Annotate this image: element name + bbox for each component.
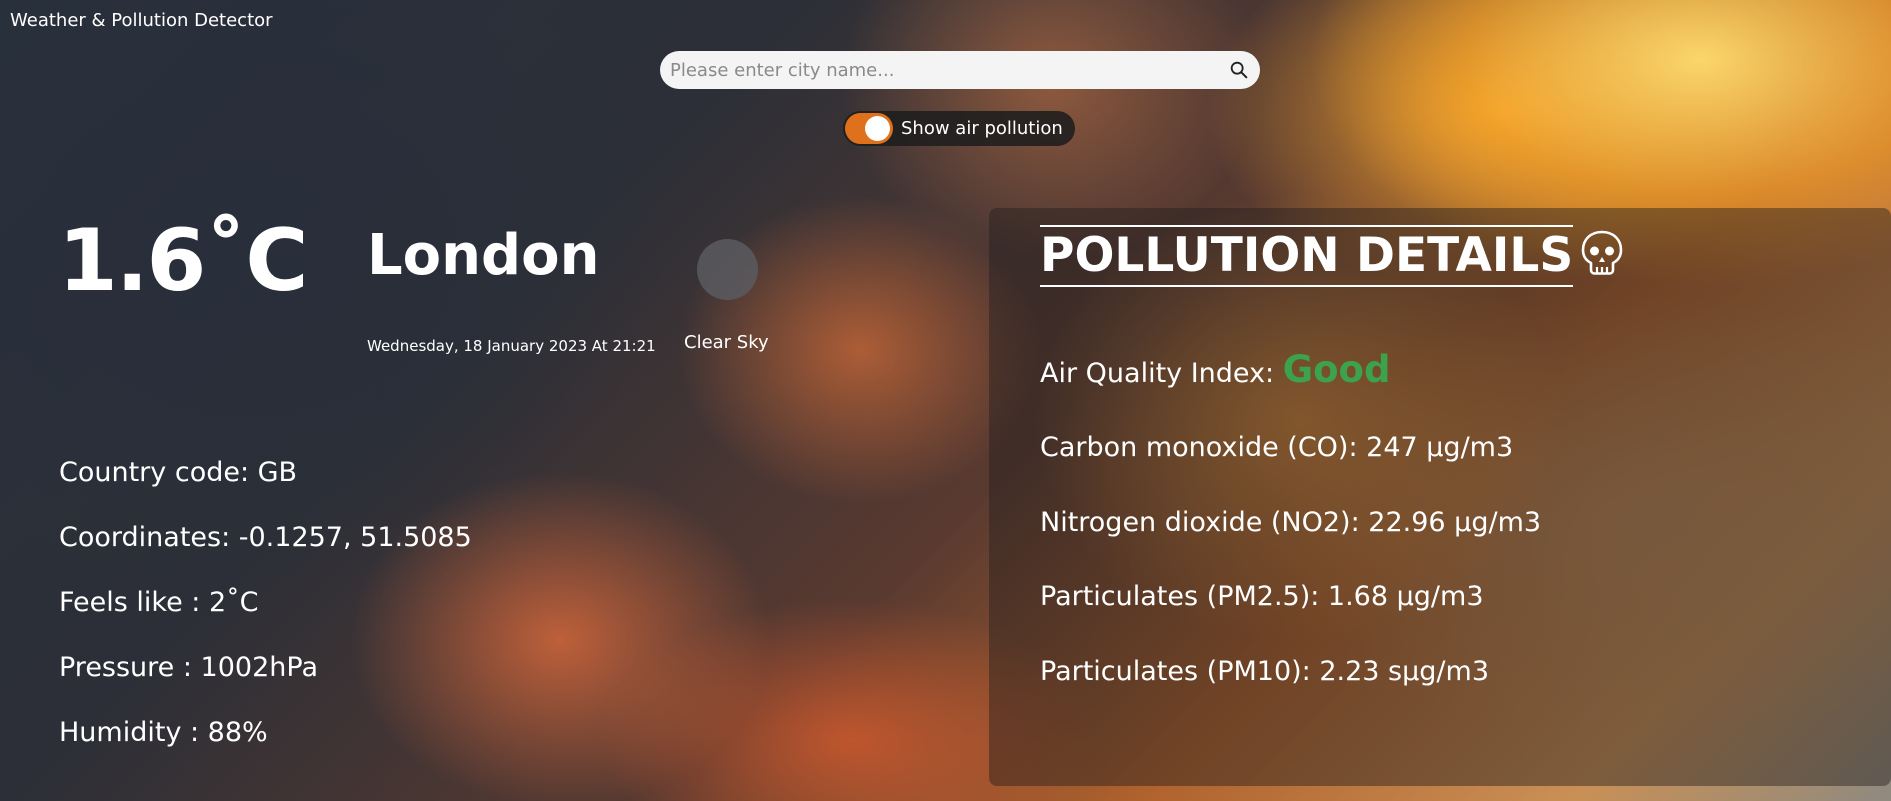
pollution-panel: POLLUTION DETAILS Air Quality Index: Goo… [989, 208, 1891, 786]
app-title: Weather & Pollution Detector [10, 10, 273, 31]
date-time: Wednesday, 18 January 2023 At 21:21 [367, 337, 656, 355]
weather-condition-icon [697, 239, 758, 300]
pollutant-no2: Nitrogen dioxide (NO2): 22.96 µg/m3 [1040, 506, 1542, 538]
pollutant-co: Carbon monoxide (CO): 247 µg/m3 [1040, 432, 1514, 463]
toggle-knob [865, 116, 890, 141]
aqi-label: Air Quality Index: [1040, 358, 1283, 389]
skull-icon [1581, 230, 1623, 275]
detail-pressure: Pressure : 1002hPa [59, 652, 318, 683]
pollution-heading: POLLUTION DETAILS [1040, 225, 1574, 287]
city-name: London [367, 223, 600, 288]
air-pollution-toggle-label: Show air pollution [901, 118, 1063, 139]
search-input[interactable] [660, 51, 1220, 89]
detail-coordinates: Coordinates: -0.1257, 51.5085 [59, 522, 472, 553]
detail-country-code: Country code: GB [59, 457, 298, 488]
search-icon[interactable] [1228, 59, 1250, 81]
pollutant-list: Carbon monoxide (CO): 247 µg/m3 Nitrogen… [1040, 430, 1541, 728]
weather-condition: Clear Sky [684, 332, 769, 353]
weather-details: Country code: GB Coordinates: -0.1257, 5… [59, 455, 472, 780]
current-temperature: 1.6˚C [58, 211, 308, 311]
detail-feels-like: Feels like : 2˚C [59, 587, 259, 618]
pollutant-pm25: Particulates (PM2.5): 1.68 µg/m3 [1040, 581, 1484, 612]
detail-humidity: Humidity : 88% [59, 717, 268, 748]
air-quality-index: Air Quality Index: Good [1040, 348, 1390, 391]
aqi-value: Good [1282, 348, 1391, 391]
air-pollution-toggle[interactable] [845, 113, 893, 144]
pollutant-pm10: Particulates (PM10): 2.23 sµg/m3 [1040, 655, 1489, 687]
search-bar [660, 51, 1260, 89]
app-background: Weather & Pollution Detector Show air po… [0, 0, 1891, 801]
air-pollution-toggle-row: Show air pollution [843, 111, 1075, 146]
